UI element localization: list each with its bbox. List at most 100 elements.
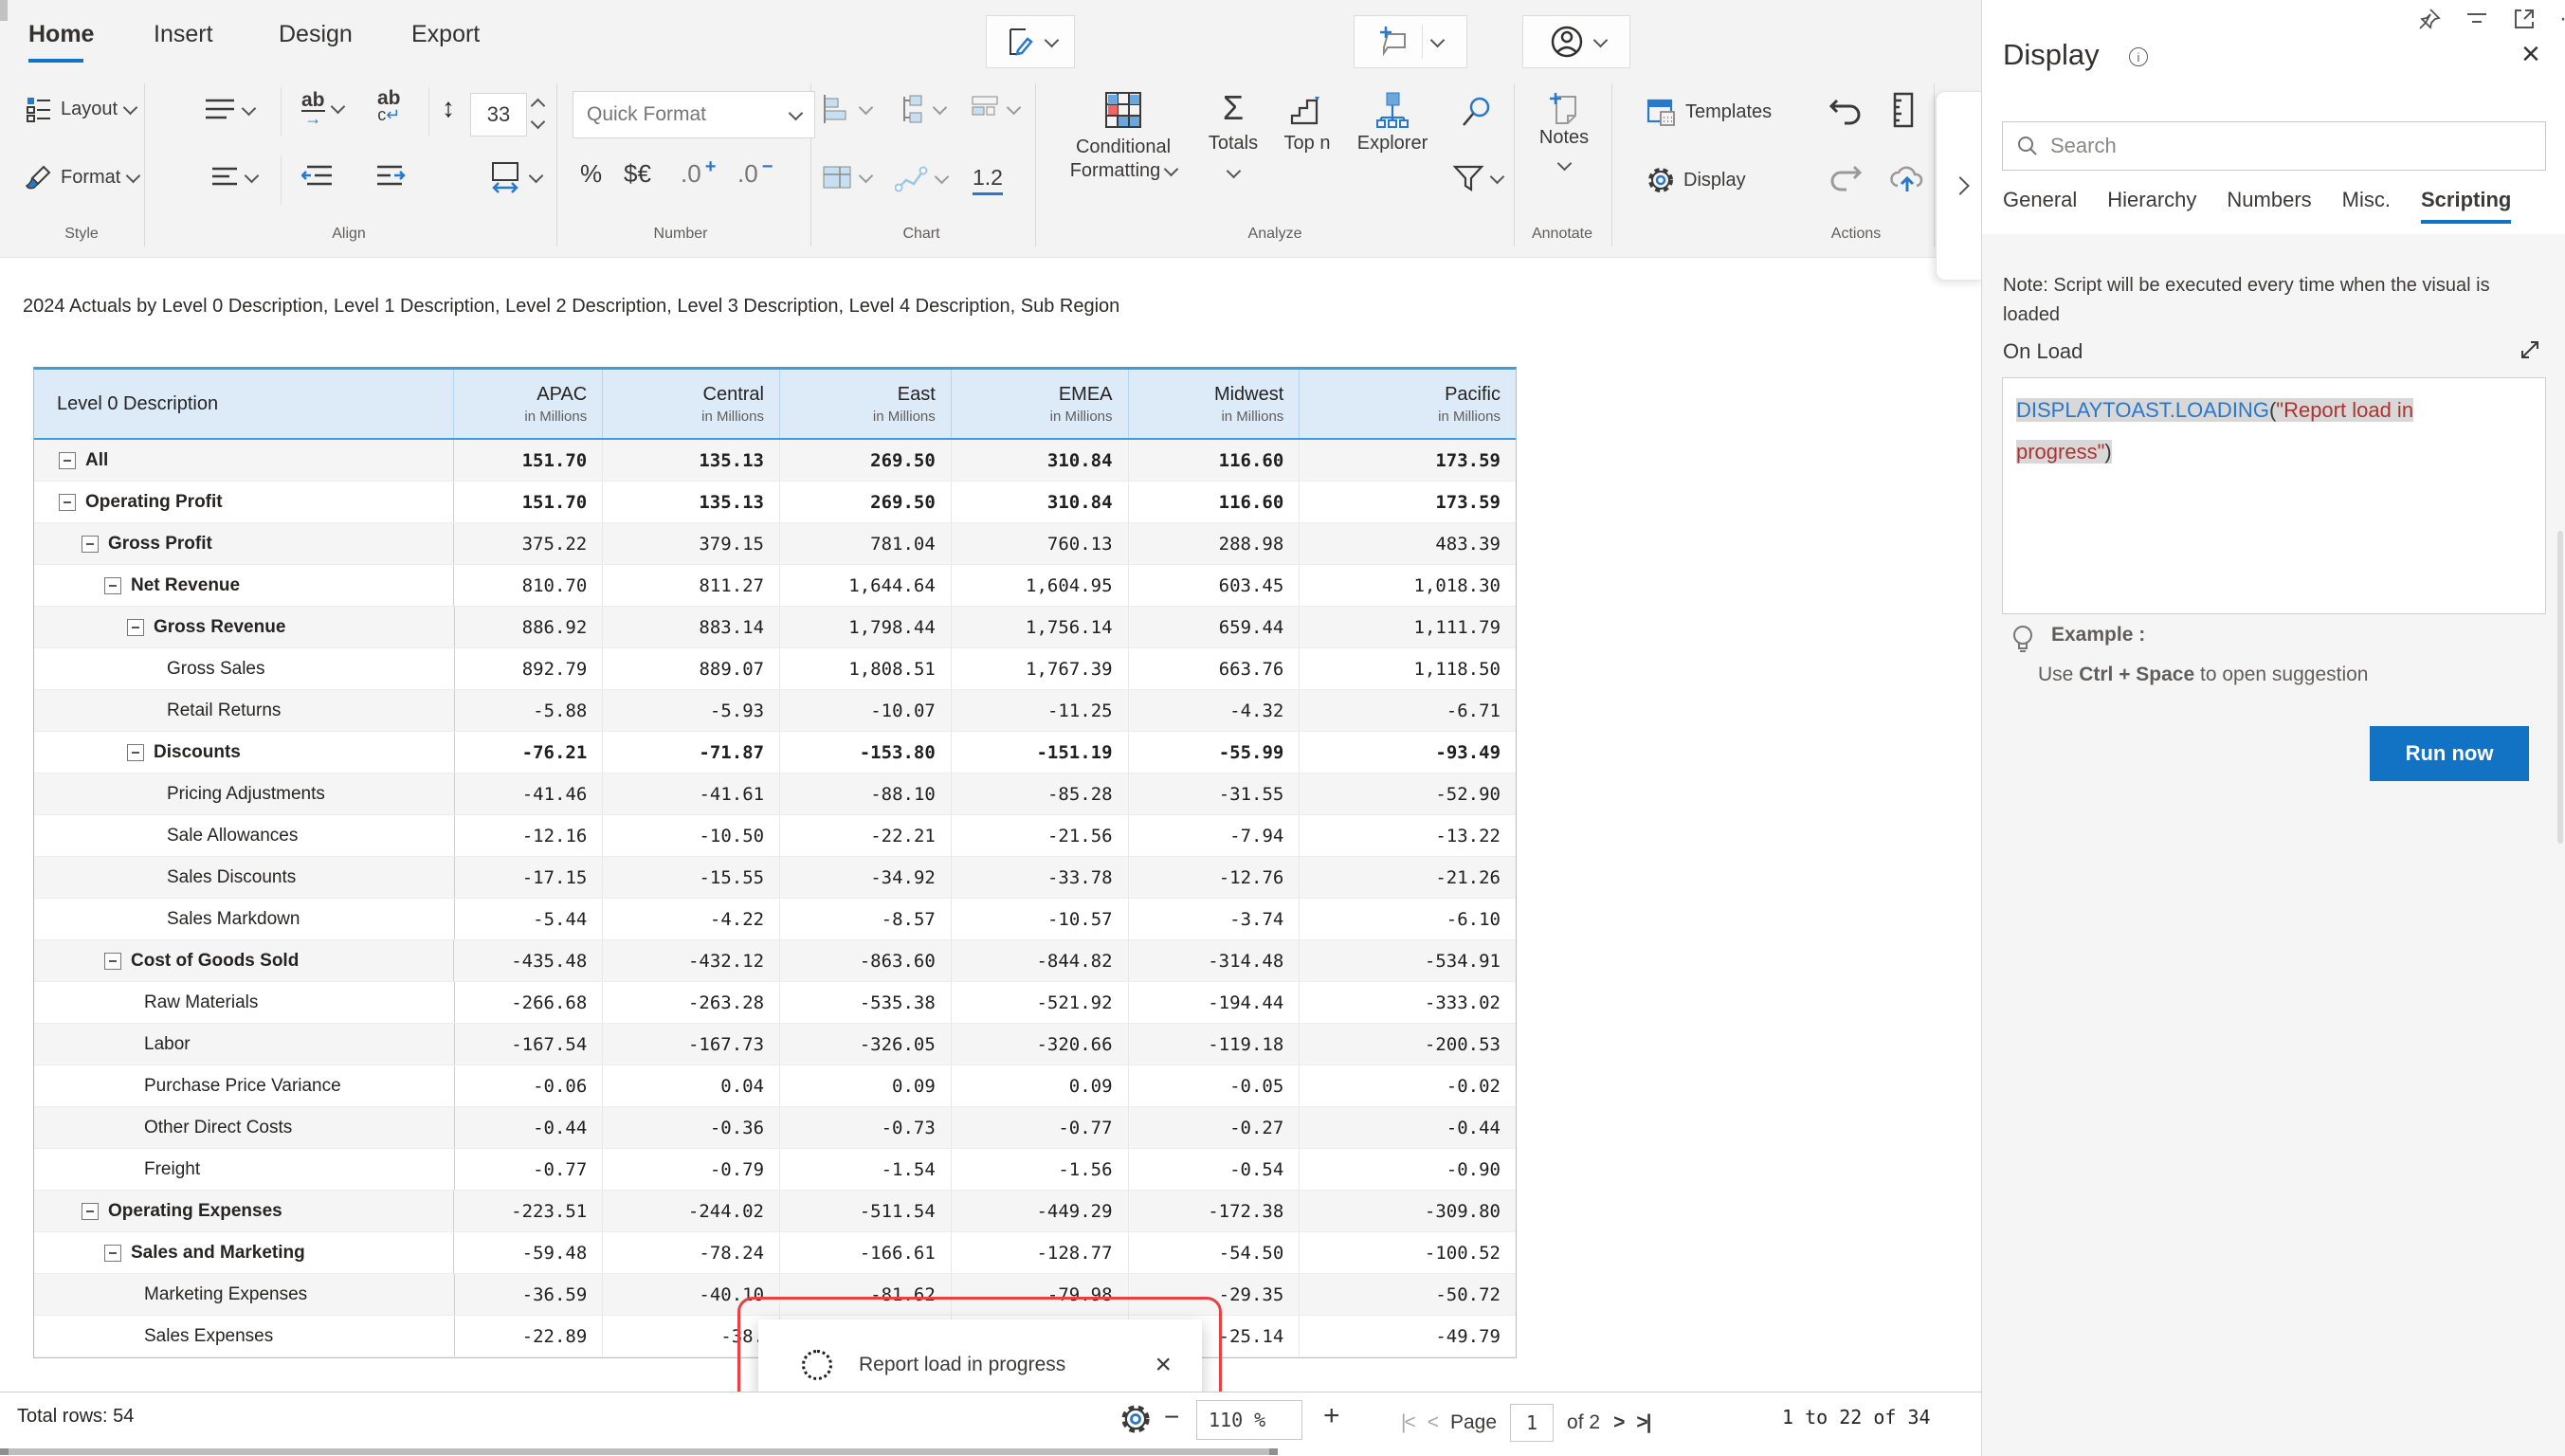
bar-chart-type-button[interactable] — [821, 93, 871, 125]
value-cell[interactable]: 135.13 — [602, 482, 779, 522]
row-label-cell[interactable]: Sale Allowances — [34, 815, 454, 856]
column-width-button[interactable] — [487, 159, 541, 195]
value-cell[interactable]: 0.09 — [779, 1065, 951, 1106]
decimal-places-button[interactable]: 1.2 — [973, 165, 1003, 195]
value-cell[interactable]: -22.89 — [454, 1316, 603, 1356]
last-page-button[interactable]: >| — [1636, 1411, 1649, 1434]
value-cell[interactable]: 151.70 — [453, 482, 602, 522]
value-cell[interactable]: -167.54 — [454, 1024, 603, 1065]
table-row[interactable]: Other Direct Costs-0.44-0.36-0.73-0.77-0… — [34, 1107, 1516, 1149]
vertical-align-button[interactable] — [204, 97, 254, 123]
value-cell[interactable]: -5.44 — [454, 899, 603, 939]
value-cell[interactable]: -449.29 — [951, 1191, 1128, 1231]
wrap-text-button[interactable]: ab c↵ — [377, 89, 401, 121]
value-cell[interactable]: -71.87 — [602, 732, 779, 773]
value-cell[interactable]: 760.13 — [951, 523, 1128, 564]
increase-decimals-button[interactable]: .0+ — [681, 159, 716, 189]
value-cell[interactable]: 1,756.14 — [951, 607, 1128, 647]
more-options-icon[interactable]: ··· — [2559, 6, 2565, 32]
conditional-formatting-button[interactable]: Conditional Formatting — [1052, 89, 1194, 182]
value-cell[interactable]: -0.73 — [779, 1107, 951, 1148]
line-chart-button[interactable] — [895, 163, 947, 193]
collapse-panel-toggle[interactable] — [1936, 91, 1984, 281]
decrease-decimals-button[interactable]: .0− — [737, 159, 773, 189]
value-cell[interactable]: 483.39 — [1299, 523, 1516, 564]
format-button[interactable]: Format — [25, 163, 138, 191]
row-label-cell[interactable]: Operating Expenses — [34, 1191, 453, 1231]
row-label-cell[interactable]: Sales Markdown — [34, 899, 454, 939]
script-editor[interactable]: DISPLAYTOAST.LOADING("Report load in pro… — [2002, 377, 2546, 614]
column-header-midwest[interactable]: Midwestin Millions — [1128, 370, 1300, 438]
value-cell[interactable]: 892.79 — [454, 648, 603, 689]
collapse-icon[interactable] — [82, 536, 99, 553]
row-label-cell[interactable]: Net Revenue — [34, 565, 453, 606]
column-header-central[interactable]: Centralin Millions — [602, 370, 779, 438]
value-cell[interactable]: -6.71 — [1299, 690, 1516, 731]
collapse-icon[interactable] — [104, 577, 121, 594]
value-cell[interactable]: 1,111.79 — [1299, 607, 1516, 647]
collapse-icon[interactable] — [82, 1203, 99, 1220]
table-row[interactable]: Sales Discounts-17.15-15.55-34.92-33.78-… — [34, 857, 1516, 899]
value-cell[interactable]: -41.61 — [602, 774, 779, 814]
row-label-cell[interactable]: Operating Profit — [34, 482, 453, 522]
table-row[interactable]: Raw Materials-266.68-263.28-535.38-521.9… — [34, 982, 1516, 1024]
value-cell[interactable]: -200.53 — [1299, 1024, 1516, 1065]
row-label-cell[interactable]: Pricing Adjustments — [34, 774, 454, 814]
value-cell[interactable]: 135.13 — [602, 440, 779, 481]
table-row[interactable]: Gross Sales892.79889.071,808.511,767.396… — [34, 648, 1516, 690]
next-page-button[interactable]: > — [1613, 1411, 1623, 1434]
value-cell[interactable]: 379.15 — [602, 523, 779, 564]
value-cell[interactable]: -432.12 — [602, 940, 779, 981]
layout-button[interactable]: Layout — [25, 95, 136, 123]
collapse-icon[interactable] — [127, 619, 144, 636]
value-cell[interactable]: 1,798.44 — [779, 607, 951, 647]
value-cell[interactable]: 288.98 — [1128, 523, 1300, 564]
row-label-cell[interactable]: Freight — [34, 1149, 454, 1190]
row-label-cell[interactable]: Sales Expenses — [34, 1316, 454, 1356]
value-cell[interactable]: -21.56 — [951, 815, 1128, 856]
panel-scrollbar[interactable] — [2557, 531, 2563, 844]
value-cell[interactable]: -153.80 — [779, 732, 951, 773]
tab-hierarchy[interactable]: Hierarchy — [2107, 188, 2196, 224]
value-cell[interactable]: 310.84 — [951, 482, 1128, 522]
table-row[interactable]: Retail Returns-5.88-5.93-10.07-11.25-4.3… — [34, 690, 1516, 732]
value-cell[interactable]: -54.50 — [1128, 1232, 1300, 1273]
column-header-emea[interactable]: EMEAin Millions — [951, 370, 1128, 438]
templates-button[interactable]: Templates — [1646, 97, 1772, 127]
value-cell[interactable]: -10.57 — [951, 899, 1128, 939]
table-row[interactable]: Discounts-76.21-71.87-153.80-151.19-55.9… — [34, 732, 1516, 774]
horizontal-scrollbar[interactable] — [0, 1448, 1278, 1455]
zoom-in-button[interactable]: + — [1323, 1400, 1340, 1432]
table-row[interactable]: Cost of Goods Sold-435.48-432.12-863.60-… — [34, 940, 1516, 982]
value-cell[interactable]: -0.27 — [1128, 1107, 1300, 1148]
close-panel-icon[interactable]: × — [2521, 36, 2540, 73]
row-label-cell[interactable]: Gross Profit — [34, 523, 453, 564]
value-cell[interactable]: -435.48 — [453, 940, 602, 981]
value-cell[interactable]: -0.06 — [454, 1065, 603, 1106]
value-cell[interactable]: -0.44 — [454, 1107, 603, 1148]
value-cell[interactable]: -223.51 — [453, 1191, 602, 1231]
row-label-cell[interactable]: Retail Returns — [34, 690, 454, 731]
value-cell[interactable]: -314.48 — [1128, 940, 1300, 981]
value-cell[interactable]: -52.90 — [1299, 774, 1516, 814]
value-cell[interactable]: -93.49 — [1299, 732, 1516, 773]
value-cell[interactable]: -34.92 — [779, 857, 951, 898]
value-cell[interactable]: 1,808.51 — [779, 648, 951, 689]
value-cell[interactable]: -0.05 — [1128, 1065, 1300, 1106]
redo-button[interactable] — [1828, 165, 1864, 197]
row-label-cell[interactable]: Sales and Marketing — [34, 1232, 453, 1273]
value-cell[interactable]: -5.93 — [602, 690, 779, 731]
table-settings-button[interactable] — [1119, 1402, 1153, 1436]
value-cell[interactable]: -100.52 — [1299, 1232, 1516, 1273]
row-label-cell[interactable]: Marketing Expenses — [34, 1274, 454, 1315]
add-comment-button[interactable] — [1354, 15, 1467, 68]
collapse-icon[interactable] — [104, 1245, 121, 1262]
value-cell[interactable]: -1.54 — [779, 1149, 951, 1190]
value-cell[interactable]: -844.82 — [951, 940, 1128, 981]
tab-design[interactable]: Design — [279, 21, 353, 48]
table-row[interactable]: Labor-167.54-167.73-326.05-320.66-119.18… — [34, 1024, 1516, 1065]
row-label-cell[interactable]: Gross Sales — [34, 648, 454, 689]
value-cell[interactable]: -535.38 — [779, 982, 951, 1023]
value-cell[interactable]: -0.79 — [602, 1149, 779, 1190]
collapse-icon[interactable] — [127, 744, 144, 761]
